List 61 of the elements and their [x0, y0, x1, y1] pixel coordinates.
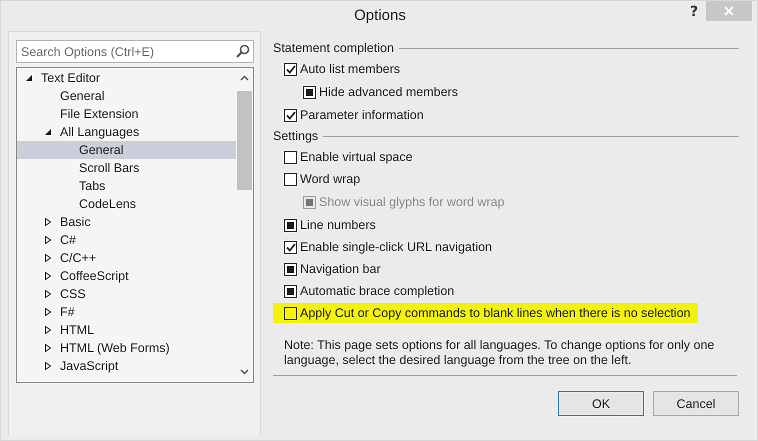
tree-item[interactable]: General	[17, 141, 236, 159]
collapsed-arrow-icon[interactable]	[44, 308, 52, 316]
checkbox[interactable]	[284, 172, 297, 186]
tree-item[interactable]: C#	[17, 231, 236, 249]
option-label[interactable]: Line numbers	[300, 218, 376, 232]
tree-item[interactable]: Text Editor	[17, 69, 236, 87]
checkbox[interactable]	[284, 218, 297, 232]
tree-item[interactable]: JavaScript	[17, 357, 236, 375]
checkbox[interactable]	[284, 262, 297, 276]
option-label[interactable]: Parameter information	[300, 108, 424, 122]
scroll-thumb[interactable]	[237, 91, 252, 190]
tree-item[interactable]: HTML	[17, 321, 236, 339]
expanded-arrow-icon[interactable]	[44, 128, 52, 136]
tree-item[interactable]: Scroll Bars	[17, 159, 236, 177]
collapsed-arrow-icon[interactable]	[44, 236, 52, 244]
scroll-down-icon[interactable]	[240, 369, 249, 375]
checkbox[interactable]	[284, 306, 297, 320]
option-label[interactable]: Navigation bar	[300, 262, 381, 276]
search-field[interactable]: Search Options (Ctrl+E)	[16, 40, 254, 63]
option-label[interactable]: Word wrap	[300, 172, 360, 186]
checkbox[interactable]	[303, 86, 316, 98]
scroll-up-icon[interactable]	[240, 75, 249, 81]
window-title: Options	[353, 7, 407, 24]
close-icon	[724, 6, 734, 16]
dialog-button[interactable]: Cancel	[653, 391, 739, 416]
collapsed-arrow-icon[interactable]	[44, 272, 52, 280]
option-label[interactable]: Automatic brace completion	[300, 284, 454, 298]
tree-item[interactable]: F#	[17, 303, 236, 321]
tree-item[interactable]: CodeLens	[17, 195, 236, 213]
tree-item[interactable]: All Languages	[17, 123, 236, 141]
checkbox[interactable]	[284, 62, 297, 76]
tree-item[interactable]: Basic	[17, 213, 236, 231]
option-label[interactable]: Hide advanced members	[319, 85, 458, 99]
tree-item[interactable]: CSS	[17, 285, 236, 303]
checkbox[interactable]	[284, 284, 297, 298]
checkbox[interactable]	[284, 150, 297, 164]
tree-item[interactable]: HTML (Web Forms)	[17, 339, 236, 357]
dialog-button[interactable]: OK	[558, 391, 644, 416]
collapsed-arrow-icon[interactable]	[44, 362, 52, 370]
tree-item[interactable]: CoffeeScript	[17, 267, 236, 285]
tree-item[interactable]: General	[17, 87, 236, 105]
collapsed-arrow-icon[interactable]	[44, 254, 52, 262]
group-title: Statement completion	[273, 41, 394, 55]
note-text: Note: This page sets options for all languages. To change options for only one language, select the desired language from the tree on the left.	[284, 338, 716, 368]
collapsed-arrow-icon[interactable]	[44, 326, 52, 334]
checkbox[interactable]	[284, 240, 297, 254]
option-label[interactable]: Enable single-click URL navigation	[300, 240, 492, 254]
option-label[interactable]: Enable virtual space	[300, 150, 413, 164]
option-label[interactable]: Apply Cut or Copy commands to blank lines when there is no selection	[300, 306, 690, 320]
search-icon	[236, 44, 250, 58]
group-title: Settings	[273, 129, 318, 143]
tree-item[interactable]: C/C++	[17, 249, 236, 267]
tree-item[interactable]: File Extension	[17, 105, 236, 123]
checkbox[interactable]	[284, 108, 297, 122]
collapsed-arrow-icon[interactable]	[44, 344, 52, 352]
tree-item[interactable]: Tabs	[17, 177, 236, 195]
option-label[interactable]: Auto list members	[300, 62, 400, 76]
expanded-arrow-icon[interactable]	[25, 74, 33, 82]
help-button[interactable]: ?	[684, 2, 704, 22]
collapsed-arrow-icon[interactable]	[44, 218, 52, 226]
collapsed-arrow-icon[interactable]	[44, 290, 52, 298]
